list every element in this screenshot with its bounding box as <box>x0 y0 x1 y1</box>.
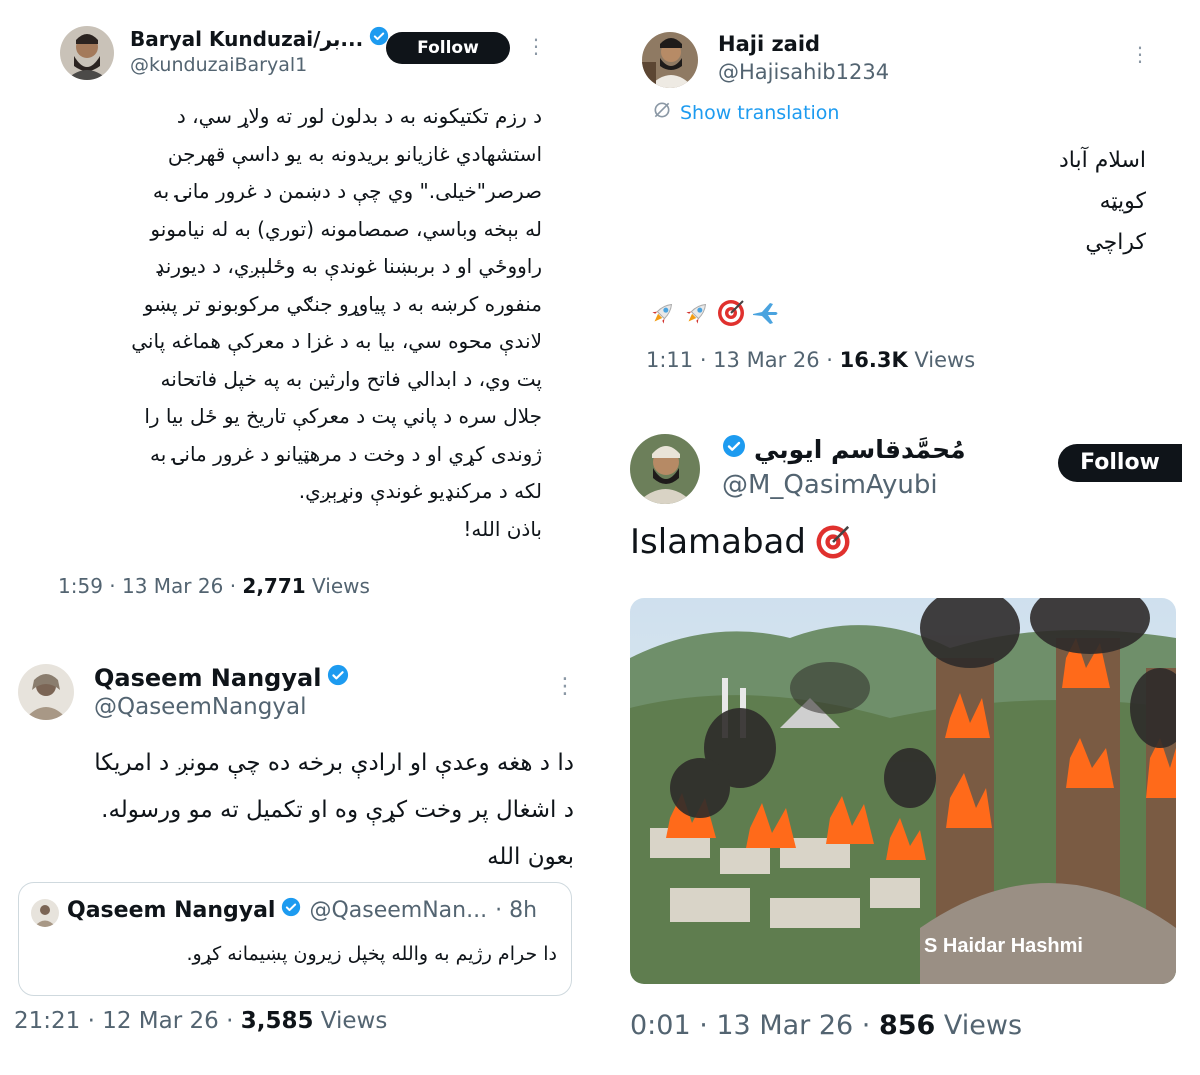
text-line: کراچي <box>1085 230 1146 255</box>
show-translation-link[interactable]: Show translation <box>652 100 839 125</box>
text-line: صرصر"خیلی." وي چې د دښمن د غرور مانۍ به <box>152 179 542 203</box>
avatar[interactable] <box>630 434 700 504</box>
attached-image[interactable]: S Haidar Hashmi <box>630 598 1176 984</box>
text-line: جلال سره د پاني پت د معرکې تاریخ یو ځل ب… <box>144 404 542 428</box>
verified-badge-icon <box>327 664 349 692</box>
timestamp[interactable]: 21:21 · 12 Mar 26 · <box>14 1008 241 1034</box>
views-label: Views <box>313 1008 388 1034</box>
burning-city-image: S Haidar Hashmi <box>630 598 1176 984</box>
quoted-author-name: Qaseem Nangyal <box>67 897 276 923</box>
avatar-photo-icon <box>60 26 114 80</box>
avatar[interactable] <box>642 32 698 88</box>
text-line: لاندې محوه سي، بیا به د غزا د معرکې هماغ… <box>131 329 542 353</box>
timestamp[interactable]: 1:11 · 13 Mar 26 · <box>646 348 840 372</box>
quoted-text: دا حرام رژیم به والله پخپل زیرون پښیمانه… <box>186 943 557 965</box>
avatar <box>31 899 59 927</box>
avatar-photo-icon <box>18 664 74 720</box>
tweet-text: د رزم تکتیکونه به د بدلون لور ته ولاړ سي… <box>52 98 542 548</box>
text-line: کویټه <box>1099 189 1146 214</box>
text-line: د اشغال پر وخت کړې وه او تکمیل ته مو ورس… <box>101 797 574 823</box>
author-handle[interactable]: @QaseemNangyal <box>94 694 306 720</box>
tweet-card-qasim: مُحمَّدقاسم ایوبي @M_QasimAyubi Follow I… <box>610 418 1182 1058</box>
tweet-meta: 0:01 · 13 Mar 26 · 856 Views <box>630 1010 1022 1041</box>
tweet-text: Islamabad <box>630 522 852 562</box>
author-handle[interactable]: @kunduzaiBaryal1 <box>130 54 307 76</box>
text-line: لکه د مرکنډیو غوندې ونړېږي. <box>298 479 542 503</box>
quoted-age: · 8h <box>495 897 538 923</box>
author-name[interactable]: مُحمَّدقاسم ایوبي <box>722 434 966 464</box>
text-line: منفوره کرښه به د پیاوړو جنګي مرکوبونو تر… <box>143 291 542 316</box>
quoted-author-handle: @QaseemNan... <box>309 897 488 923</box>
target-icon <box>816 525 850 559</box>
timestamp[interactable]: 0:01 · 13 Mar 26 · <box>630 1010 879 1041</box>
follow-button[interactable]: Follow <box>386 32 510 64</box>
avatar-photo-icon <box>642 32 698 88</box>
rocket-icon <box>686 303 707 324</box>
avatar[interactable] <box>60 26 114 80</box>
text-line: بعون الله <box>487 844 574 870</box>
quoted-tweet[interactable]: Qaseem Nangyal @QaseemNan... · 8h دا حرا… <box>18 882 572 996</box>
text-line: پت وي، د ابدالي فاتح وارثین به په خپل فا… <box>160 366 542 391</box>
author-handle[interactable]: @M_QasimAyubi <box>722 470 938 500</box>
tweet-meta: 1:11 · 13 Mar 26 · 16.3K Views <box>646 348 975 372</box>
avatar-photo-icon <box>630 434 700 504</box>
avatar-photo-icon <box>31 899 59 927</box>
text-line: دا د هغه وعدې او ارادې برخه ده چې مونږ د… <box>94 750 574 776</box>
tweet-card-haji: Haji zaid @Hajisahib1234 ⋮ Show translat… <box>636 22 1162 390</box>
tweet-text: اسلام آباد کویټه کراچي <box>846 140 1146 263</box>
verified-badge-icon <box>281 897 301 923</box>
views-label: Views <box>305 574 370 598</box>
text-line: اسلام آباد <box>1058 148 1146 173</box>
views-count: 16.3K <box>839 348 908 372</box>
verified-badge-icon <box>722 434 746 464</box>
airplane-icon <box>753 303 778 324</box>
rocket-icon <box>652 303 673 324</box>
more-options-icon[interactable]: ⋮ <box>526 36 546 56</box>
more-options-icon[interactable]: ⋮ <box>554 676 576 698</box>
views-label: Views <box>907 348 976 372</box>
tweet-card-baryal: Baryal Kunduzai/بر... @kunduzaiBaryal1 F… <box>42 14 558 610</box>
tweet-card-qaseem: Qaseem Nangyal @QaseemNangyal ⋮ دا د هغه… <box>0 646 592 1070</box>
text-line: استشهادي غازیانو بریدونه به یو داسې قهرج… <box>167 141 542 166</box>
text-line: باذن الله! <box>463 516 542 541</box>
author-name[interactable]: Haji zaid <box>718 32 820 56</box>
timestamp[interactable]: 1:59 · 13 Mar 26 · <box>58 574 242 598</box>
text-line: له بېخه وباسي، صمصامونه (توري) به له نیا… <box>150 216 542 241</box>
author-name[interactable]: Qaseem Nangyal <box>94 664 349 692</box>
avatar[interactable] <box>18 664 74 720</box>
tweet-meta: 21:21 · 12 Mar 26 · 3,585 Views <box>14 1008 387 1034</box>
follow-button[interactable]: Follow <box>1058 444 1182 482</box>
emoji-row <box>648 298 780 328</box>
target-icon <box>718 300 744 326</box>
text-line: راووځي او د بربښنا غوندې به وځلېږي، د دی… <box>155 254 542 278</box>
tweet-text: دا د هغه وعدې او ارادې برخه ده چې مونږ د… <box>4 740 574 881</box>
author-name[interactable]: Baryal Kunduzai/بر... <box>130 26 389 51</box>
translate-icon <box>652 100 672 125</box>
views-count: 2,771 <box>242 574 306 598</box>
text-line: د رزم تکتیکونه به د بدلون لور ته ولاړ سي… <box>176 104 542 128</box>
image-watermark: S Haidar Hashmi <box>924 935 1083 957</box>
more-options-icon[interactable]: ⋮ <box>1130 44 1150 64</box>
views-count: 856 <box>878 1010 936 1041</box>
views-count: 3,585 <box>240 1008 314 1034</box>
tweet-meta: 1:59 · 13 Mar 26 · 2,771 Views <box>58 574 370 598</box>
author-handle[interactable]: @Hajisahib1234 <box>718 60 889 84</box>
views-label: Views <box>935 1010 1023 1041</box>
text-line: ژوندی کړي او د وخت د مرهټیانو د غرور مان… <box>150 441 542 466</box>
